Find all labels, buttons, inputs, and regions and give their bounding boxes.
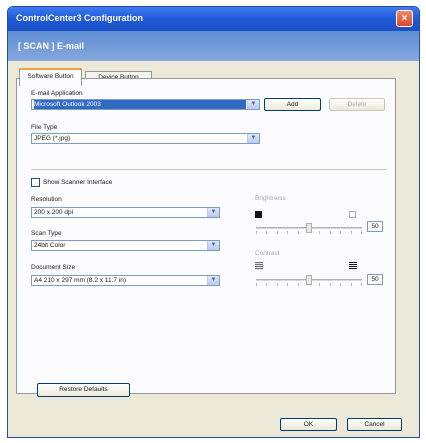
file-type-value: JPEG (*.jpg) (34, 135, 71, 142)
resolution-label: Resolution (31, 196, 62, 203)
light-square-icon (349, 211, 356, 218)
delete-button-label: Delete (347, 101, 367, 108)
chevron-down-icon[interactable]: ▼ (207, 276, 219, 285)
cancel-button-label: Cancel (364, 421, 385, 428)
section-title: [ SCAN ] E-mail (18, 41, 85, 51)
slider-tick (361, 231, 362, 234)
file-type-select[interactable]: JPEG (*.jpg) ▼ (31, 133, 260, 144)
slider-tick (298, 231, 299, 234)
dark-square-icon (255, 211, 262, 218)
slider-tick (351, 231, 352, 234)
slider-tick (319, 283, 320, 286)
email-application-select[interactable]: Microsoft Outlook 2003 ▼ (31, 99, 260, 110)
email-application-value: Microsoft Outlook 2003 (34, 100, 246, 109)
chevron-down-icon[interactable]: ▼ (247, 134, 259, 143)
file-type-label: File Type (31, 124, 58, 131)
show-scanner-interface-checkbox[interactable] (31, 178, 40, 187)
tab-panel (16, 78, 396, 394)
slider-tick (256, 231, 257, 234)
slider-tick (340, 283, 341, 286)
slider-tick (340, 231, 341, 234)
restore-defaults-button[interactable]: Restore Defaults (37, 383, 130, 397)
document-size-select[interactable]: A4 210 x 297 mm (8.2 x 11.7 in) ▼ (31, 275, 220, 286)
window-title: ControlCenter3 Configuration (16, 13, 143, 23)
slider-tick (330, 231, 331, 234)
tab-software-button[interactable]: Software Button (19, 68, 82, 86)
brightness-slider-thumb[interactable] (306, 223, 312, 233)
contrast-slider[interactable] (256, 273, 362, 287)
delete-button[interactable]: Delete (329, 98, 385, 111)
chevron-down-icon[interactable]: ▼ (207, 241, 219, 250)
slider-tick (319, 231, 320, 234)
tab-label: Software Button (27, 73, 74, 80)
contrast-slider-thumb[interactable] (306, 275, 312, 285)
ok-button[interactable]: OK (280, 418, 337, 431)
brightness-slider[interactable] (256, 221, 362, 235)
slider-tick (266, 231, 267, 234)
brightness-label: Brightness (255, 195, 286, 202)
separator (31, 169, 387, 170)
resolution-select[interactable]: 200 x 200 dpi ▼ (31, 207, 220, 218)
scan-type-label: Scan Type (31, 230, 62, 237)
title-bar[interactable]: ControlCenter3 Configuration × (8, 7, 419, 31)
contrast-label: Contrast (255, 250, 280, 257)
slider-tick (256, 283, 257, 286)
show-scanner-interface-label[interactable]: Show Scanner Interface (43, 179, 112, 186)
header-band: [ SCAN ] E-mail (8, 31, 419, 61)
slider-tick (351, 283, 352, 286)
chevron-down-icon[interactable]: ▼ (247, 100, 259, 109)
contrast-value-field[interactable]: 50 (367, 274, 383, 285)
document-size-value: A4 210 x 297 mm (8.2 x 11.7 in) (34, 277, 127, 284)
slider-tick (287, 231, 288, 234)
low-contrast-icon (255, 262, 263, 270)
resolution-value: 200 x 200 dpi (34, 209, 74, 216)
slider-tick (277, 231, 278, 234)
scan-type-value: 24bit Color (34, 242, 66, 249)
add-button-label: Add (286, 101, 299, 108)
brightness-value: 50 (371, 223, 379, 230)
close-button[interactable]: × (396, 10, 413, 27)
slider-tick (287, 283, 288, 286)
slider-tick (277, 283, 278, 286)
contrast-value: 50 (371, 276, 379, 283)
restore-defaults-label: Restore Defaults (59, 386, 108, 393)
slider-tick (266, 283, 267, 286)
slider-tick (298, 283, 299, 286)
brightness-value-field[interactable]: 50 (367, 221, 383, 232)
ok-button-label: OK (303, 421, 314, 428)
scan-type-select[interactable]: 24bit Color ▼ (31, 240, 220, 251)
chevron-down-icon[interactable]: ▼ (207, 208, 219, 217)
cancel-button[interactable]: Cancel (347, 418, 402, 431)
add-button[interactable]: Add (264, 98, 321, 111)
close-icon: × (401, 13, 408, 24)
slider-tick (330, 283, 331, 286)
document-size-label: Document Size (31, 264, 76, 271)
slider-tick (361, 283, 362, 286)
email-application-label: E-mail Application (31, 90, 83, 97)
high-contrast-icon (349, 262, 357, 270)
